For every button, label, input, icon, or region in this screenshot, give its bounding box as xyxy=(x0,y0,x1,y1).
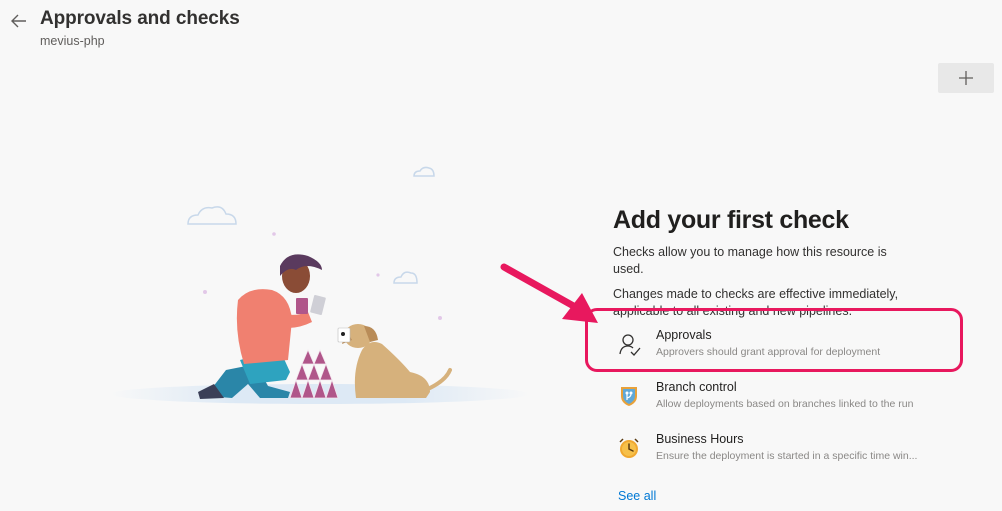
see-all-link[interactable]: See all xyxy=(618,489,656,503)
check-item-description: Allow deployments based on branches link… xyxy=(656,398,914,410)
empty-state-panel: Add your first check Checks allow you to… xyxy=(613,204,983,320)
check-item-description: Approvers should grant approval for depl… xyxy=(656,346,881,358)
branch-shield-icon xyxy=(621,387,637,406)
person-check-icon xyxy=(619,334,641,356)
check-item-branch-control[interactable]: Branch control Allow deployments based o… xyxy=(613,378,943,422)
panel-title: Add your first check xyxy=(613,206,849,234)
panel-description: Checks allow you to manage how this reso… xyxy=(613,245,887,276)
check-item-description: Ensure the deployment is started in a sp… xyxy=(656,450,918,462)
clock-icon xyxy=(619,438,639,458)
check-item-name: Business Hours xyxy=(656,432,744,446)
check-item-approvals[interactable]: Approvals Approvers should grant approva… xyxy=(613,326,943,370)
empty-state-illustration xyxy=(110,166,530,404)
check-item-business-hours[interactable]: Business Hours Ensure the deployment is … xyxy=(613,430,943,474)
add-check-button[interactable] xyxy=(938,63,994,93)
plus-icon xyxy=(959,71,973,85)
check-item-name: Branch control xyxy=(656,380,737,394)
check-item-name: Approvals xyxy=(656,328,712,342)
